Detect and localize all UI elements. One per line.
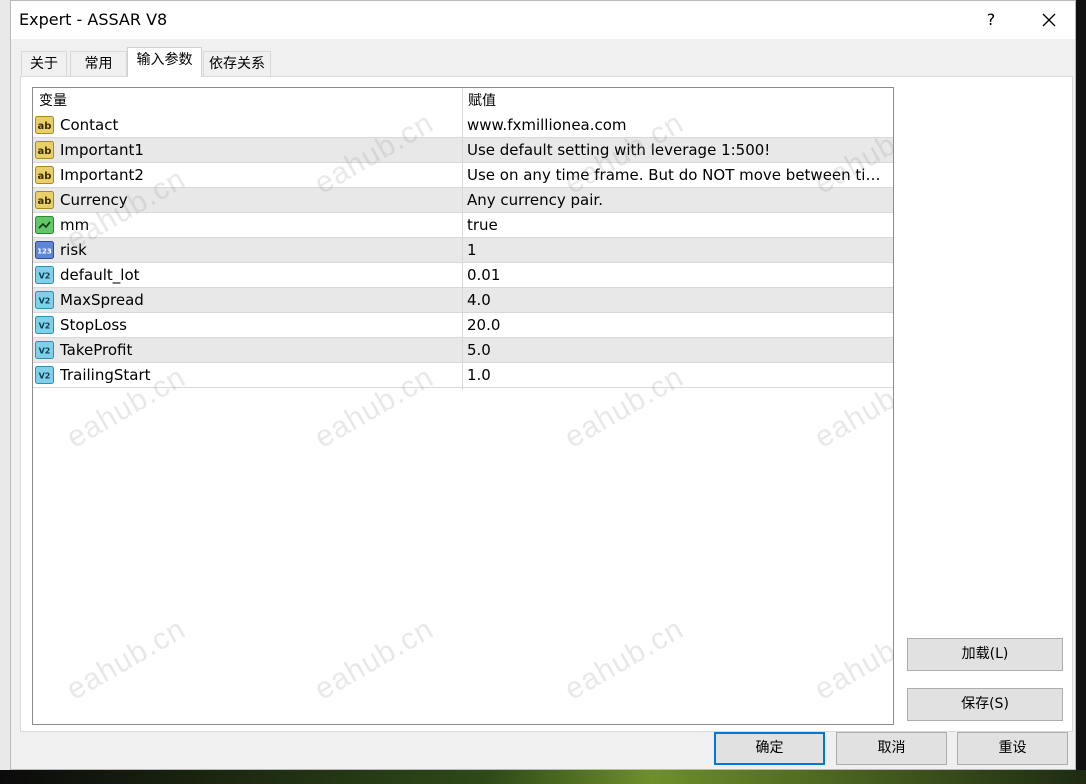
svg-text:ab: ab xyxy=(38,121,52,132)
parameter-name: TakeProfit xyxy=(60,341,133,359)
parameters-grid: 变量 赋值 ab Contact www.fxmillionea.com ab Impo… xyxy=(32,87,894,725)
parameter-name: mm xyxy=(60,216,90,234)
parameter-value[interactable]: 1 xyxy=(467,238,891,263)
double-icon: V2 xyxy=(35,316,54,334)
parameter-value[interactable]: true xyxy=(467,213,891,238)
parameter-value[interactable]: 1.0 xyxy=(467,363,891,388)
integer-icon: 123 xyxy=(35,241,54,259)
watermark: eahub.cn xyxy=(61,612,192,707)
parameter-value[interactable]: Use default setting with leverage 1:500! xyxy=(467,138,891,163)
parameter-row[interactable]: V2 MaxSpread 4.0 xyxy=(33,288,893,313)
svg-text:V2: V2 xyxy=(39,322,51,331)
double-icon: V2 xyxy=(35,266,54,284)
parameter-name: TrailingStart xyxy=(60,366,151,384)
svg-text:V2: V2 xyxy=(39,297,51,306)
parameter-name: StopLoss xyxy=(60,316,128,334)
tab-panel: 变量 赋值 ab Contact www.fxmillionea.com ab Impo… xyxy=(20,76,1073,732)
column-divider xyxy=(462,88,463,390)
svg-text:123: 123 xyxy=(37,248,52,256)
parameter-row[interactable]: mm true xyxy=(33,213,893,238)
svg-text:ab: ab xyxy=(38,196,52,207)
parameter-value[interactable]: Use on any time frame. But do NOT move b… xyxy=(467,163,891,188)
parameter-name: Important1 xyxy=(60,141,144,159)
parameter-value[interactable]: 4.0 xyxy=(467,288,891,313)
parameter-row[interactable]: V2 TakeProfit 5.0 xyxy=(33,338,893,363)
parameter-name: MaxSpread xyxy=(60,291,144,309)
parameter-name: Important2 xyxy=(60,166,144,184)
tab-common[interactable]: 常用 xyxy=(70,51,127,76)
parameter-name: default_lot xyxy=(60,266,140,284)
parameter-row[interactable]: ab Contact www.fxmillionea.com xyxy=(33,113,893,138)
save-button[interactable]: 保存(S) xyxy=(907,688,1063,721)
background-app-left xyxy=(0,0,10,784)
string-icon: ab xyxy=(35,116,54,134)
watermark: eahub.cn xyxy=(559,612,690,707)
parameter-name: Contact xyxy=(60,116,119,134)
parameter-value[interactable]: 5.0 xyxy=(467,338,891,363)
title-bar: Expert - ASSAR V8 ? xyxy=(11,1,1075,39)
parameter-value[interactable]: www.fxmillionea.com xyxy=(467,113,891,138)
tab-dependencies[interactable]: 依存关系 xyxy=(203,51,271,76)
close-icon xyxy=(1042,13,1056,27)
svg-text:V2: V2 xyxy=(39,272,51,281)
watermark: eahub.cn xyxy=(309,612,440,707)
parameter-value[interactable]: 0.01 xyxy=(467,263,891,288)
help-button[interactable]: ? xyxy=(971,5,1011,35)
tab-input-parameters[interactable]: 输入参数 xyxy=(127,47,202,77)
string-icon: ab xyxy=(35,191,54,209)
svg-text:V2: V2 xyxy=(39,372,51,381)
watermark: eahub.cn xyxy=(809,612,894,707)
grid-header: 变量 赋值 xyxy=(33,88,893,113)
svg-text:V2: V2 xyxy=(39,347,51,356)
parameter-name: risk xyxy=(60,241,87,259)
svg-text:ab: ab xyxy=(38,146,52,157)
parameter-value[interactable]: 20.0 xyxy=(467,313,891,338)
tab-about[interactable]: 关于 xyxy=(21,51,67,76)
double-icon: V2 xyxy=(35,341,54,359)
parameter-row[interactable]: ab Currency Any currency pair. xyxy=(33,188,893,213)
double-icon: V2 xyxy=(35,366,54,384)
background-desktop-strip xyxy=(0,770,1086,784)
header-value[interactable]: 赋值 xyxy=(462,88,892,113)
double-icon: V2 xyxy=(35,291,54,309)
load-button[interactable]: 加载(L) xyxy=(907,638,1063,671)
cancel-button[interactable]: 取消 xyxy=(836,732,947,765)
expert-properties-dialog: Expert - ASSAR V8 ? 关于 常用 输入参数 依存关系 变量 赋… xyxy=(10,0,1076,770)
parameter-name: Currency xyxy=(60,191,128,209)
background-app-right xyxy=(1076,0,1086,784)
parameter-value[interactable]: Any currency pair. xyxy=(467,188,891,213)
reset-button[interactable]: 重设 xyxy=(957,732,1068,765)
parameter-row[interactable]: ab Important1 Use default setting with lev… xyxy=(33,138,893,163)
parameter-row[interactable]: V2 StopLoss 20.0 xyxy=(33,313,893,338)
bool-icon xyxy=(35,216,54,234)
svg-text:ab: ab xyxy=(38,171,52,182)
parameter-row[interactable]: 123 risk 1 xyxy=(33,238,893,263)
header-variable[interactable]: 变量 xyxy=(33,88,462,113)
dialog-title: Expert - ASSAR V8 xyxy=(19,10,168,29)
string-icon: ab xyxy=(35,141,54,159)
string-icon: ab xyxy=(35,166,54,184)
close-button[interactable] xyxy=(1027,5,1071,35)
ok-button[interactable]: 确定 xyxy=(714,732,825,765)
parameter-row[interactable]: V2 default_lot 0.01 xyxy=(33,263,893,288)
parameter-row[interactable]: V2 TrailingStart 1.0 xyxy=(33,363,893,388)
parameter-row[interactable]: ab Important2 Use on any time frame. But d… xyxy=(33,163,893,188)
